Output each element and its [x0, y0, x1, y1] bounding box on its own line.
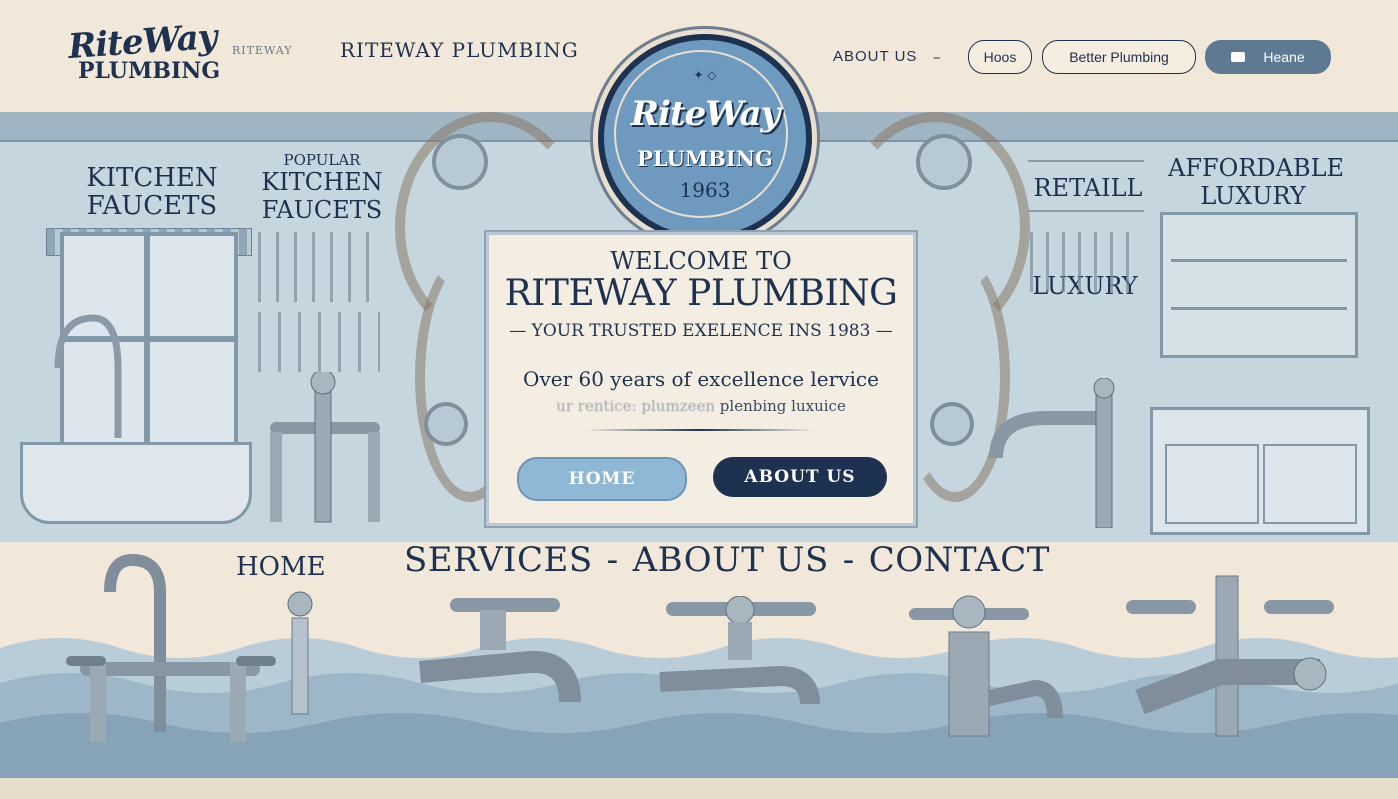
gooseneck-faucet-icon	[54, 314, 122, 438]
sink-basin	[20, 442, 252, 524]
medallion-icon	[432, 134, 488, 190]
cabinet-door	[1165, 444, 1259, 524]
lower-nav-contact[interactable]: CONTACT	[869, 540, 1050, 580]
cross-valve-faucet-icon	[909, 595, 1063, 737]
hero-brand-title: RITEWAY PLUMBING	[504, 273, 898, 314]
hanging-tools-rack	[258, 232, 380, 302]
nav-separator: -	[842, 540, 855, 580]
brand-emblem[interactable]: ✦ ◇ RiteWay PLUMBING 1963	[598, 34, 812, 242]
valve-stem-icon	[287, 591, 313, 715]
hero-about-label: ABOUT US	[744, 467, 856, 487]
center-set-faucet-icon	[1126, 575, 1334, 737]
small-brand-text: RITEWAY	[232, 44, 293, 57]
nav-hoos-button[interactable]: Hoos	[968, 40, 1032, 74]
hanging-tools-rack	[1030, 232, 1140, 292]
popular-kitchen-faucets-text: KITCHEN FAUCETS	[261, 168, 383, 224]
medallion-icon	[916, 134, 972, 190]
welcome-text: WELCOME TO	[610, 247, 792, 275]
nav-separator: –	[933, 48, 941, 66]
shelving-unit	[1160, 212, 1358, 358]
blurred-text-right: plenbing luxuice	[719, 397, 846, 415]
sparkle-icon: ✦ ◇	[693, 68, 717, 82]
header-title: RITEWAY PLUMBING	[340, 38, 579, 62]
popular-label: POPULAR	[283, 151, 361, 169]
nav-about-link[interactable]: ABOUT US	[833, 48, 917, 65]
lower-nav: SERVICES - ABOUT US - CONTACT	[404, 540, 1050, 580]
logo-subtitle[interactable]: PLUMBING	[78, 58, 220, 84]
wall-tap-icon	[419, 598, 581, 703]
nav-better-plumbing-label: Better Plumbing	[1069, 49, 1169, 65]
divider	[585, 429, 815, 431]
kitchen-faucets-label: KITCHEN FAUCETS	[86, 163, 218, 221]
lower-nav-services[interactable]: SERVICES	[404, 540, 593, 580]
cross-handle-tap-icon	[659, 596, 820, 705]
hero-blurred-text: ur rentice: plumzeen plenbing luxuice	[489, 397, 913, 415]
welcome-heading: WELCOME TO	[489, 247, 913, 275]
nav-home-label: Heane	[1263, 49, 1305, 65]
nav-separator: -	[606, 540, 619, 580]
home-icon	[1231, 52, 1246, 62]
shelf	[1171, 259, 1347, 262]
wall-faucet-icon	[989, 378, 1115, 528]
hanging-tools-rack	[258, 312, 380, 372]
hero-tagline: — YOUR TRUSTED EXELENCE INS 1983 —	[509, 321, 893, 341]
footer-strip	[0, 778, 1398, 799]
popular-kitchen-faucets-label: POPULAR KITCHEN FAUCETS	[252, 152, 392, 224]
emblem-plumbing: PLUMBING	[637, 146, 773, 171]
hero-subtitle: Over 60 years of excellence lervice	[523, 367, 879, 391]
hero-card: WELCOME TO RITEWAY PLUMBING — YOUR TRUST…	[486, 232, 916, 526]
medallion-icon	[424, 402, 468, 446]
emblem-script: RiteWay	[630, 94, 781, 134]
retail-label: RETAILL	[1033, 174, 1143, 202]
nav-better-plumbing-button[interactable]: Better Plumbing	[1042, 40, 1196, 74]
hero-home-label: HOME	[568, 469, 636, 489]
shelf	[1171, 307, 1347, 310]
cabinet-door	[1263, 444, 1357, 524]
medallion-icon	[930, 402, 974, 446]
bridge-faucet-icon	[66, 553, 276, 742]
lower-nav-about[interactable]: ABOUT US	[633, 540, 829, 580]
hero-home-button[interactable]: HOME	[517, 457, 687, 501]
affordable-luxury-label: AFFORDABLE LUXURY	[1168, 154, 1345, 210]
nav-hoos-label: Hoos	[983, 49, 1017, 65]
hero-about-button[interactable]: ABOUT US	[713, 457, 887, 497]
kitchen-cabinet	[1150, 407, 1370, 535]
pipe-faucet-icon	[270, 372, 380, 523]
emblem-year: 1963	[679, 178, 731, 202]
nav-home-button[interactable]: Heane	[1205, 40, 1331, 74]
blurred-text-left: ur rentice: plumzeen	[556, 397, 716, 415]
